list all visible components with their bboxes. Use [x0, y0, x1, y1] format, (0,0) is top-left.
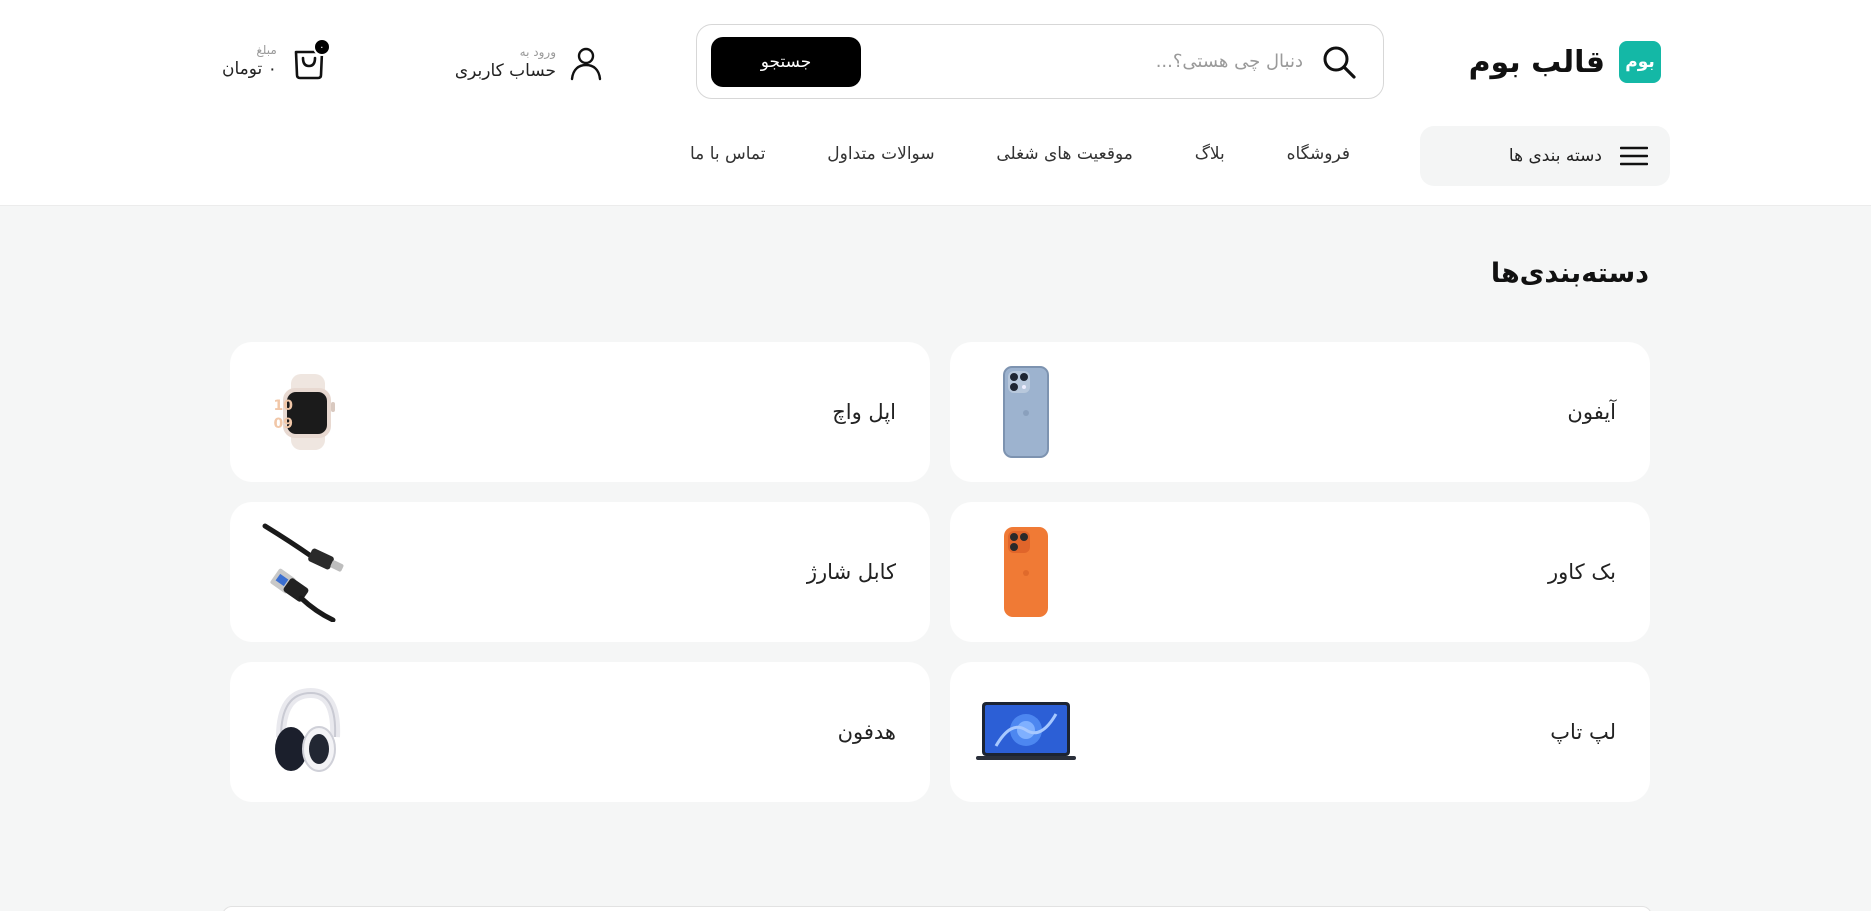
category-label: اپل واچ — [832, 400, 896, 424]
category-label: هدفون — [837, 720, 896, 744]
categories-menu-button[interactable]: دسته بندی ها — [1420, 126, 1670, 186]
cart-icon-wrap: ۰ — [291, 38, 331, 80]
nav-item-jobs[interactable]: موقعیت های شغلی — [996, 144, 1133, 164]
back-cover-image — [976, 517, 1076, 627]
svg-text:09: 09 — [274, 416, 293, 432]
search-input[interactable] — [861, 51, 1303, 72]
category-card-iphone[interactable]: آیفون — [950, 342, 1650, 482]
cart-small-label: مبلغ — [256, 43, 277, 57]
account-texts: ورود به حساب کاربری — [455, 45, 556, 81]
user-icon — [570, 47, 602, 81]
hamburger-menu-icon — [1620, 146, 1648, 166]
nav-item-faq[interactable]: سوالات متداول — [827, 144, 934, 164]
account-small-label: ورود به — [519, 45, 556, 59]
iphone-image — [976, 357, 1076, 467]
categories-menu-label: دسته بندی ها — [1508, 146, 1602, 166]
cart-count-badge: ۰ — [312, 38, 331, 56]
account-main-label: حساب کاربری — [454, 61, 556, 81]
main-nav: فروشگاه بلاگ موقعیت های شغلی سوالات متدا… — [690, 136, 1350, 172]
cart-link[interactable]: ۰ مبلغ ۰ تومان — [222, 36, 331, 86]
charging-cable-image — [256, 517, 356, 627]
laptop-image — [976, 677, 1076, 787]
site-logo[interactable]: بوم قالب بوم — [1469, 40, 1661, 84]
headphone-image — [256, 677, 356, 787]
logo-text: قالب بوم — [1468, 44, 1605, 80]
site-header: بوم قالب بوم جستجو ورود به حساب کاربری ۰ — [0, 0, 1871, 206]
account-link[interactable]: ورود به حساب کاربری — [446, 38, 604, 88]
apple-watch-image: 10 09 — [256, 357, 356, 467]
footer-section-edge — [222, 906, 1652, 911]
category-label: کابل شارژ — [806, 560, 896, 584]
search-icon[interactable] — [1321, 44, 1357, 80]
category-card-charging-cable[interactable]: کابل شارژ — [230, 502, 930, 642]
section-title: دسته‌بندی‌ها — [1490, 258, 1649, 289]
category-card-apple-watch[interactable]: اپل واچ 10 09 — [230, 342, 930, 482]
category-label: بک کاور — [1548, 560, 1616, 584]
nav-item-shop[interactable]: فروشگاه — [1287, 144, 1350, 164]
search-button[interactable]: جستجو — [711, 36, 861, 87]
category-grid: آیفون اپل واچ 10 09 بک کاور کابل شارژ لپ… — [230, 342, 1650, 802]
category-card-headphone[interactable]: هدفون — [230, 662, 930, 802]
svg-text:10: 10 — [274, 398, 294, 414]
cart-texts: مبلغ ۰ تومان — [222, 43, 277, 79]
category-label: لپ تاپ — [1550, 720, 1616, 744]
category-card-back-cover[interactable]: بک کاور — [950, 502, 1650, 642]
category-label: آیفون — [1567, 400, 1616, 424]
nav-item-blog[interactable]: بلاگ — [1195, 144, 1225, 164]
logo-badge: بوم — [1619, 41, 1661, 83]
nav-item-contact[interactable]: تماس با ما — [690, 144, 766, 164]
category-card-laptop[interactable]: لپ تاپ — [950, 662, 1650, 802]
cart-amount: ۰ تومان — [222, 59, 277, 79]
search-bar: جستجو — [696, 24, 1384, 99]
